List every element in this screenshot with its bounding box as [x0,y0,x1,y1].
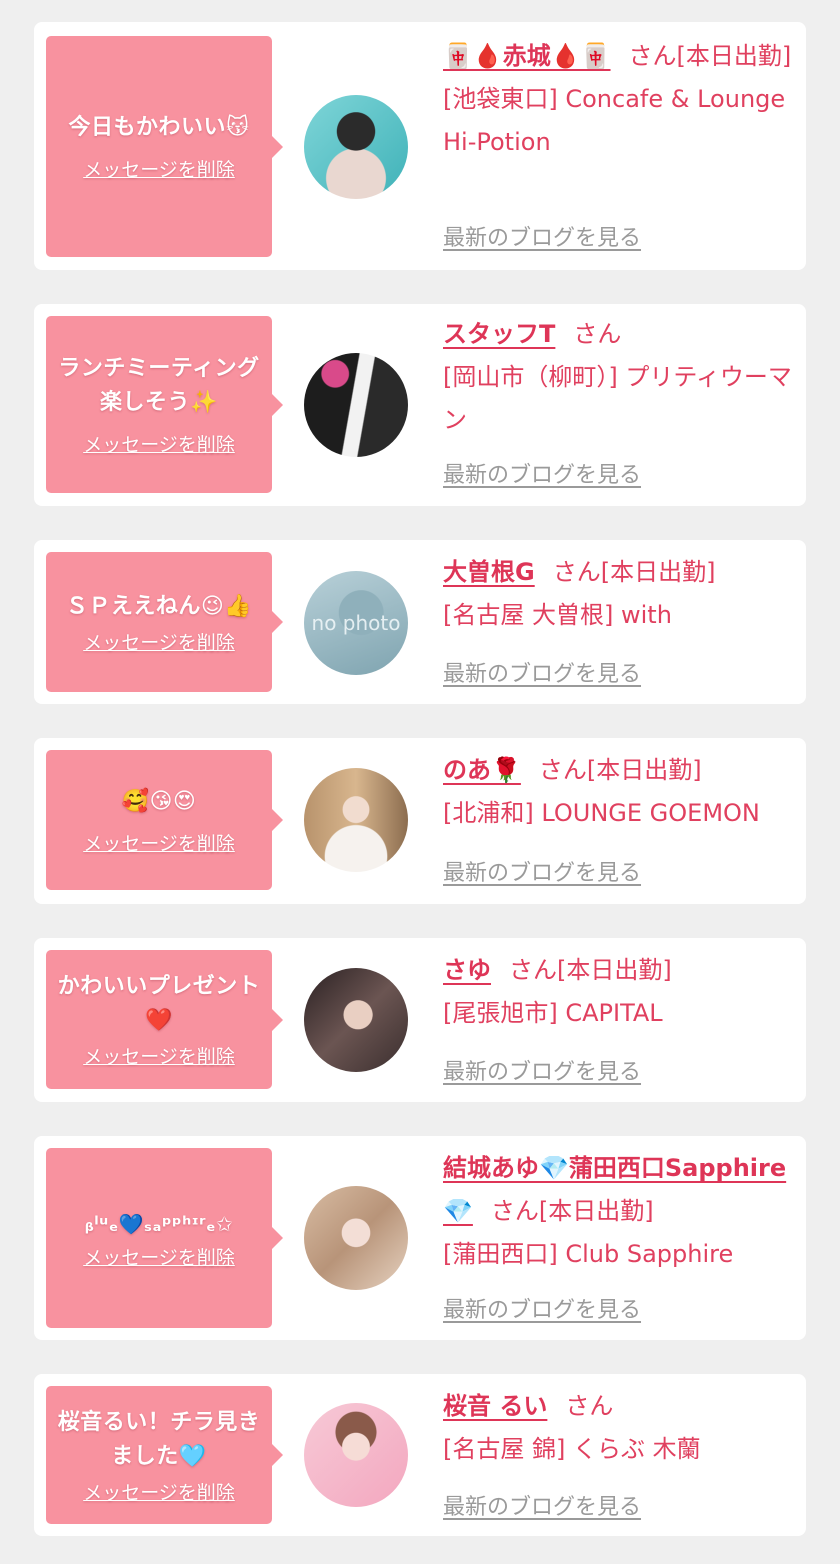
honorific: さん [509,956,557,984]
delete-message-link[interactable]: メッセージを削除 [83,1478,235,1505]
message-card: ᵦˡᵘₑ💙ₛₐᵖᵖʰᶦʳₑ✩ メッセージを削除 結城あゆ💎蒲田西口Sapphir… [34,1136,806,1340]
status-text: [本日出勤] [557,956,672,984]
delete-message-link[interactable]: メッセージを削除 [83,829,235,856]
user-name-link[interactable]: さゆ [443,956,491,984]
status-text: [本日出勤] [600,558,716,586]
no-photo-label: no photo [311,611,401,635]
latest-blog-link[interactable]: 最新のブログを見る [443,855,641,887]
message-bubble: 🥰😘😍 メッセージを削除 [46,750,283,890]
latest-blog-link[interactable]: 最新のブログを見る [443,1489,641,1521]
avatar[interactable] [304,1186,408,1290]
message-card: 桜音るい！チラ見きました🩵 メッセージを削除 桜音 るい さん [名古屋 錦] く… [34,1374,806,1536]
message-card: ランチミーティング楽しそう✨ メッセージを削除 スタッフT さん [岡山市（柳町）… [34,304,806,506]
shop-name: [池袋東口] Concafe & Lounge Hi-Potion [443,85,786,156]
message-bubble: ＳＰええねん😉👍 メッセージを削除 [46,552,283,692]
message-bubble: ランチミーティング楽しそう✨ メッセージを削除 [46,316,283,493]
shop-name: [尾張旭市] CAPITAL [443,999,663,1027]
avatar[interactable] [304,95,408,199]
message-list: 今日もかわいい😽 メッセージを削除 🀄🩸赤城🩸🀄 さん[本日出勤] [池袋東口] … [0,0,840,1564]
user-name-link[interactable]: のあ🌹 [443,756,521,784]
user-info: さゆ さん[本日出勤] [尾張旭市] CAPITAL [443,949,795,1035]
honorific: さん [565,1392,614,1420]
message-text: 今日もかわいい😽 [68,115,250,140]
latest-blog-link[interactable]: 最新のブログを見る [443,220,641,252]
avatar[interactable] [304,768,408,872]
delete-message-link[interactable]: メッセージを削除 [83,628,235,655]
honorific: さん [538,756,587,784]
message-text: 桜音るい！チラ見きました🩵 [57,1409,261,1469]
status-text: [本日出勤] [586,756,702,784]
avatar[interactable] [304,1403,408,1507]
user-info: 結城あゆ💎蒲田西口Sapphire💎 さん[本日出勤] [蒲田西口] Club S… [443,1147,795,1276]
honorific: さん [490,1197,539,1225]
message-text: 🥰😘😍 [121,788,197,814]
message-bubble: かわいいプレゼント❤️ メッセージを削除 [46,950,283,1089]
shop-name: [名古屋 大曽根] with [443,601,672,629]
user-info: 🀄🩸赤城🩸🀄 さん[本日出勤] [池袋東口] Concafe & Lounge H… [443,35,795,164]
message-bubble: 桜音るい！チラ見きました🩵 メッセージを削除 [46,1386,283,1524]
message-bubble: ᵦˡᵘₑ💙ₛₐᵖᵖʰᶦʳₑ✩ メッセージを削除 [46,1148,283,1328]
message-text: ランチミーティング楽しそう✨ [58,356,260,415]
delete-message-link[interactable]: メッセージを削除 [83,155,235,182]
user-name-link[interactable]: 大曽根G [443,558,535,586]
shop-name: [北浦和] LOUNGE GOEMON [443,799,760,827]
message-card: ＳＰええねん😉👍 メッセージを削除 no photo 大曽根G さん[本日出勤] … [34,540,806,704]
delete-message-link[interactable]: メッセージを削除 [83,1243,235,1270]
user-info: 桜音 るい さん [名古屋 錦] くらぶ 木蘭 [443,1385,795,1471]
message-bubble: 今日もかわいい😽 メッセージを削除 [46,36,283,257]
honorific: さん [573,320,622,348]
user-name-link[interactable]: 桜音 るい [443,1392,547,1420]
honorific: さん [628,42,677,70]
status-text: [本日出勤] [676,42,792,70]
shop-name: [蒲田西口] Club Sapphire [443,1240,734,1268]
honorific: さん [552,558,601,586]
shop-name: [岡山市（柳町）] プリティウーマン [443,363,792,434]
latest-blog-link[interactable]: 最新のブログを見る [443,1292,641,1324]
avatar[interactable] [304,353,408,457]
user-info: スタッフT さん [岡山市（柳町）] プリティウーマン [443,313,795,442]
message-text: ＳＰええねん😉👍 [65,593,253,619]
message-text: ᵦˡᵘₑ💙ₛₐᵖᵖʰᶦʳₑ✩ [84,1211,234,1236]
latest-blog-link[interactable]: 最新のブログを見る [443,457,641,489]
message-card: 今日もかわいい😽 メッセージを削除 🀄🩸赤城🩸🀄 さん[本日出勤] [池袋東口] … [34,22,806,270]
user-info: 大曽根G さん[本日出勤] [名古屋 大曽根] with [443,551,795,637]
delete-message-link[interactable]: メッセージを削除 [83,430,235,457]
avatar[interactable] [304,968,408,1072]
shop-name: [名古屋 錦] くらぶ 木蘭 [443,1435,701,1463]
user-name-link[interactable]: 🀄🩸赤城🩸🀄 [443,42,611,70]
message-card: かわいいプレゼント❤️ メッセージを削除 さゆ さん[本日出勤] [尾張旭市] C… [34,938,806,1102]
status-text: [本日出勤] [538,1197,654,1225]
latest-blog-link[interactable]: 最新のブログを見る [443,656,641,688]
latest-blog-link[interactable]: 最新のブログを見る [443,1054,641,1086]
message-text: かわいいプレゼント❤️ [57,974,261,1033]
delete-message-link[interactable]: メッセージを削除 [83,1042,235,1069]
no-photo-avatar[interactable]: no photo [304,571,408,675]
user-info: のあ🌹 さん[本日出勤] [北浦和] LOUNGE GOEMON [443,749,795,835]
message-card: 🥰😘😍 メッセージを削除 のあ🌹 さん[本日出勤] [北浦和] LOUNGE GO… [34,738,806,904]
user-name-link[interactable]: スタッフT [443,320,555,348]
